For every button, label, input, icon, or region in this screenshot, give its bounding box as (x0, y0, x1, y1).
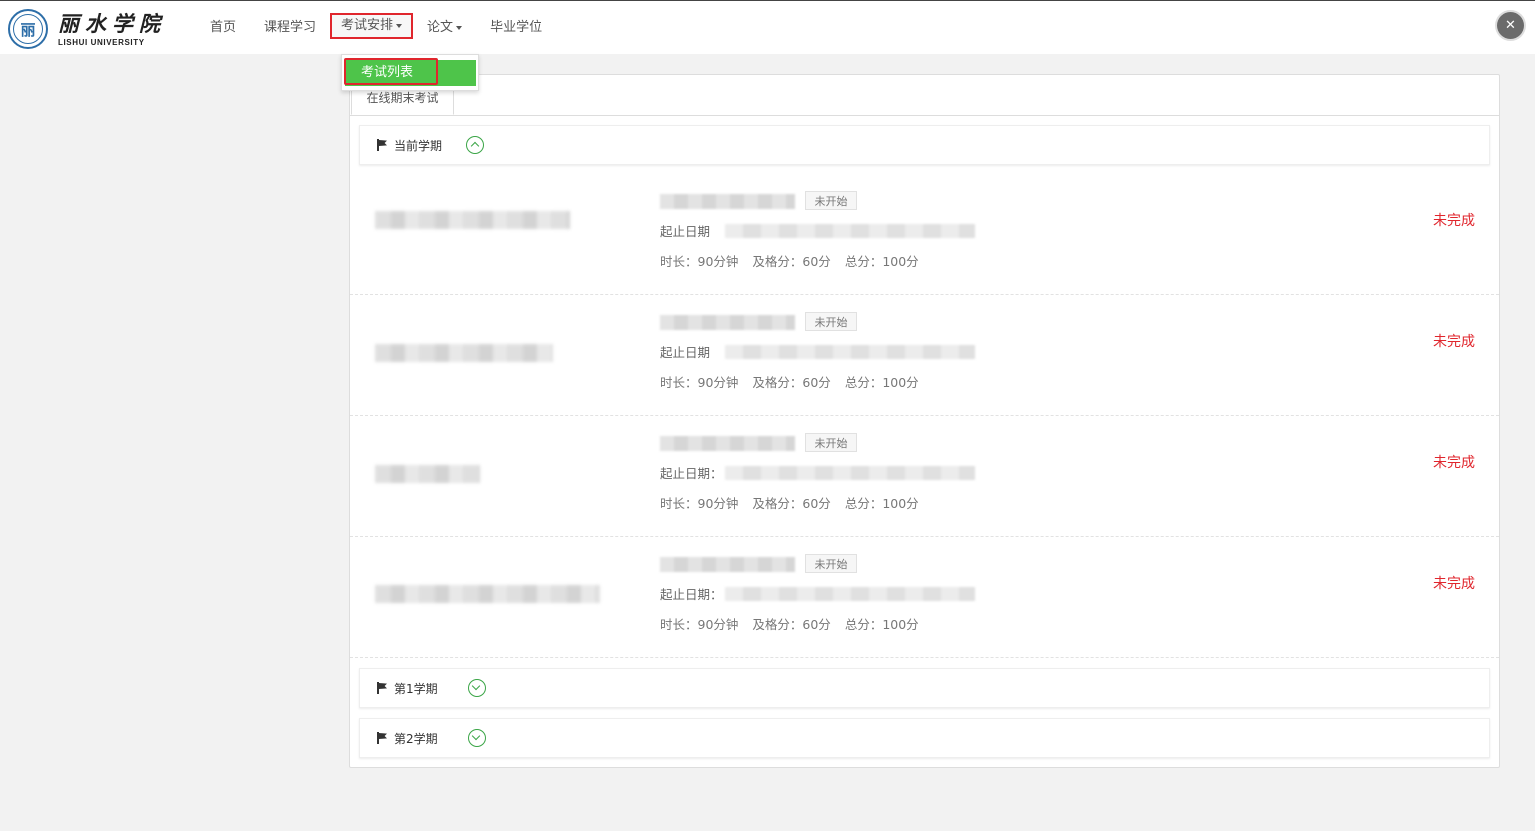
pass-score-text: 及格分：60分 (752, 617, 831, 632)
logo-english-name: LISHUI UNIVERSITY (58, 37, 145, 47)
status-badge: 未开始 (805, 312, 857, 331)
date-range-redacted (725, 587, 975, 601)
exam-name-redacted (375, 211, 570, 229)
exam-title-redacted (660, 315, 795, 330)
exam-info: 时长：90分钟 及格分：60分 总分：100分 (660, 614, 919, 633)
term-title: 第2学期 (394, 731, 438, 746)
flag-icon (376, 682, 388, 694)
exam-row: 未开始 起止日期： 时长：90分钟 及格分：60分 总分：100分 未完成 (350, 416, 1499, 537)
exam-info: 时长：90分钟 及格分：60分 总分：100分 (660, 372, 919, 391)
status-badge: 未开始 (805, 191, 857, 210)
date-label: 起止日期： (660, 587, 723, 602)
date-range-redacted (725, 224, 975, 238)
exam-title-redacted (660, 436, 795, 451)
exam-info: 时长：90分钟 及格分：60分 总分：100分 (660, 493, 919, 512)
top-navbar: 丽 丽水学院 LISHUI UNIVERSITY 首页 课程学习 考试安排 论文… (0, 0, 1535, 54)
exam-row: 未开始 起止日期 时长：90分钟 及格分：60分 总分：100分 未完成 (350, 295, 1499, 416)
exam-name-redacted (375, 465, 480, 483)
date-label: 起止日期 (660, 224, 711, 239)
term-header-2[interactable]: 第2学期 (359, 718, 1490, 758)
nav-exam-schedule[interactable]: 考试安排 (330, 13, 414, 39)
nav-graduation-degree[interactable]: 毕业学位 (476, 1, 556, 55)
exam-info: 时长：90分钟 及格分：60分 总分：100分 (660, 251, 919, 270)
exam-name-redacted (375, 585, 600, 603)
chevron-up-circle-icon[interactable] (466, 136, 485, 154)
pass-score-text: 及格分：60分 (752, 375, 831, 390)
date-label: 起止日期 (660, 345, 711, 360)
date-label: 起止日期： (660, 466, 723, 481)
close-icon[interactable]: ✕ (1497, 12, 1524, 39)
total-score-text: 总分：100分 (844, 375, 919, 390)
main-nav: 首页 课程学习 考试安排 论文 毕业学位 (196, 1, 556, 55)
term-title: 第1学期 (394, 681, 438, 696)
total-score-text: 总分：100分 (844, 496, 919, 511)
pass-score-text: 及格分：60分 (752, 496, 831, 511)
tab-bar: 在线期末考试 (350, 75, 1499, 116)
exam-title-redacted (660, 194, 795, 209)
nav-thesis[interactable]: 论文 (413, 1, 476, 55)
exam-row: 未开始 起止日期 时长：90分钟 及格分：60分 总分：100分 未完成 (350, 174, 1499, 295)
term-header-1[interactable]: 第1学期 (359, 668, 1490, 708)
logo-chinese-name: 丽水学院 (58, 10, 166, 36)
highlight-frame (344, 58, 438, 85)
term-title: 当前学期 (394, 138, 443, 153)
logo-text: 丽水学院 LISHUI UNIVERSITY (58, 10, 166, 47)
duration-text: 时长：90分钟 (660, 254, 739, 269)
nav-course-study[interactable]: 课程学习 (250, 1, 330, 55)
chevron-down-circle-icon[interactable] (467, 729, 486, 747)
duration-text: 时长：90分钟 (660, 496, 739, 511)
status-badge: 未开始 (805, 554, 857, 573)
exam-result-status: 未完成 (1433, 334, 1475, 350)
caret-down-icon (456, 25, 463, 30)
university-logo[interactable]: 丽 丽水学院 LISHUI UNIVERSITY (8, 8, 166, 50)
total-score-text: 总分：100分 (844, 617, 919, 632)
flag-icon (376, 139, 388, 151)
exam-name-redacted (375, 344, 553, 362)
duration-text: 时长：90分钟 (660, 617, 739, 632)
date-range-redacted (725, 345, 975, 359)
nav-home[interactable]: 首页 (196, 1, 250, 55)
university-seal-icon: 丽 (8, 9, 48, 49)
pass-score-text: 及格分：60分 (752, 254, 831, 269)
date-range-redacted (725, 466, 975, 480)
caret-down-icon (396, 23, 403, 28)
exam-row: 未开始 起止日期： 时长：90分钟 及格分：60分 总分：100分 未完成 (350, 537, 1499, 658)
duration-text: 时长：90分钟 (660, 375, 739, 390)
exam-result-status: 未完成 (1433, 576, 1475, 592)
total-score-text: 总分：100分 (844, 254, 919, 269)
chevron-down-circle-icon[interactable] (467, 679, 486, 697)
status-badge: 未开始 (805, 433, 857, 452)
exam-result-status: 未完成 (1433, 213, 1475, 229)
exam-title-redacted (660, 557, 795, 572)
term-header-current[interactable]: 当前学期 (359, 125, 1490, 165)
flag-icon (376, 732, 388, 744)
exam-panel: 在线期末考试 当前学期 未开始 起止日期 时长：90分钟 及格分：60分 总分：… (349, 74, 1500, 768)
exam-result-status: 未完成 (1433, 455, 1475, 471)
